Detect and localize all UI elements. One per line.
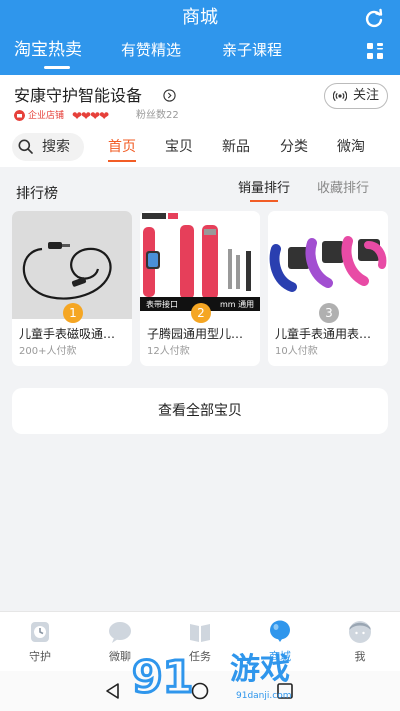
rank-badge: 3 [319,303,339,323]
view-all-products-button[interactable]: 查看全部宝贝 [12,388,388,434]
page-title: 商城 [182,7,218,28]
back-triangle-icon[interactable] [104,682,122,700]
header-tabs: 淘宝热卖 有赞精选 亲子课程 [0,38,400,69]
watermark-subtext: 91danji.com [236,691,292,701]
svg-text:91: 91 [132,652,193,700]
tabbar-item-guard[interactable]: 守护 [10,620,70,670]
face-icon [349,621,371,643]
tabbar-label: 守护 [29,650,51,663]
product-sold-count: 10人付款 [275,346,318,357]
balloon-icon [270,620,290,642]
tab-active-indicator [44,66,70,69]
product-overlay-text: 表带接口 [146,299,178,309]
nav-home[interactable]: 首页 [108,137,136,157]
app-header: 商城 淘宝热卖 有赞精选 亲子课程 [0,0,400,75]
tabbar-label: 我 [354,650,366,663]
product-name: 儿童手表通用表带硅胶 [275,327,383,341]
product-card[interactable]: 1 儿童手表磁吸通用充电线 200+人付款 [12,211,132,366]
shop-name[interactable]: 安康守护智能设备 [14,85,142,107]
broadcast-icon [333,90,347,102]
follow-label: 关注 [353,88,380,103]
clock-icon [31,622,49,642]
book-icon [190,624,210,642]
tab-taobao-hot[interactable]: 淘宝热卖 [14,38,82,62]
tabbar-item-me[interactable]: 我 [330,620,390,670]
follow-button[interactable]: 关注 [324,83,388,109]
shop-header: 安康守护智能设备 企业店铺 ❤❤❤❤ 粉丝数22 关注 [0,75,400,131]
search-button[interactable]: 搜索 [12,133,84,161]
tab-parenting-course[interactable]: 亲子课程 [222,38,282,62]
product-sold-count: 200+人付款 [19,346,77,357]
search-label: 搜索 [42,139,70,155]
nav-weitao[interactable]: 微淘 [337,137,365,157]
watermark-logo-icon: 91 [131,651,195,701]
tab-youzan[interactable]: 有赞精选 [121,38,181,62]
search-icon [18,139,33,154]
sort-by-sales-tab[interactable]: 销量排行 [238,180,290,198]
rank-badge: 2 [191,303,211,323]
watermark-text: 游戏 [230,652,290,687]
product-name: 子腾园通用型儿童手表表带 [147,327,255,341]
shop-meta: 企业店铺 ❤❤❤❤ 粉丝数22 [14,108,314,124]
category-grid-icon[interactable] [366,42,384,60]
ranking-title: 排行榜 [16,186,58,202]
product-overlay-text-right: mm 通用 [220,299,254,309]
nav-products[interactable]: 宝贝 [165,137,193,157]
nav-active-indicator [108,160,136,162]
product-card[interactable]: 表带接口 mm 通用 2 子腾园通用型儿童手表表带 12人付款 [140,211,260,366]
sort-by-favorites-tab[interactable]: 收藏排行 [317,180,369,198]
product-card[interactable]: 3 儿童手表通用表带硅胶 10人付款 [268,211,388,366]
chat-bubble-icon [109,622,131,643]
enterprise-shop-icon [14,110,25,121]
sort-active-indicator [250,200,278,202]
product-name: 儿童手表磁吸通用充电线 [19,327,127,341]
nav-new[interactable]: 新品 [222,137,250,157]
shop-rating-hearts: ❤❤❤❤ [72,109,109,123]
shop-nav: 搜索 首页 宝贝 新品 分类 微淘 [0,131,400,167]
nav-category[interactable]: 分类 [280,137,308,157]
product-sold-count: 12人付款 [147,346,190,357]
enterprise-shop-label: 企业店铺 [28,111,65,121]
refresh-icon[interactable] [364,8,384,28]
chevron-right-circle-icon[interactable] [163,89,176,102]
fans-count: 粉丝数22 [136,110,179,121]
rank-badge: 1 [63,303,83,323]
